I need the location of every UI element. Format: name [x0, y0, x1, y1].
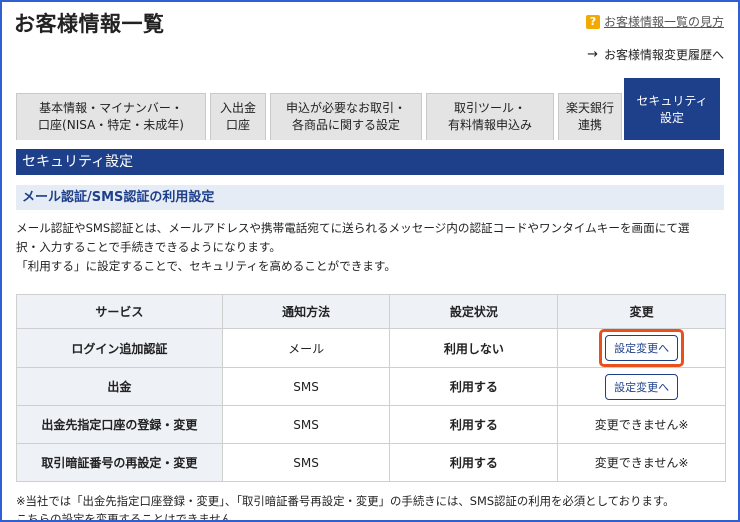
tab-rakuten-bank[interactable]: 楽天銀行 連携	[558, 93, 622, 140]
header-change: 変更	[557, 294, 726, 329]
setting-status: 利用する	[389, 405, 559, 444]
header-status: 設定状況	[389, 294, 559, 329]
footnote: ※当社では「出金先指定口座登録・変更」、「取引暗証番号再設定・変更」の手続きには…	[16, 492, 728, 522]
highlight-box: 設定変更へ	[599, 329, 685, 367]
change-cell: 設定変更へ	[557, 367, 726, 406]
section-subtitle: メール認証/SMS認証の利用設定	[16, 185, 724, 210]
table-row: ログイン追加認証 メール 利用しない 設定変更へ	[16, 328, 726, 368]
notify-method: SMS	[221, 367, 391, 406]
section-title: セキュリティ設定	[16, 149, 724, 175]
tab-label: 申込が必要なお取引・	[285, 101, 406, 115]
change-unavailable: 変更できません※	[557, 405, 726, 444]
tab-bar: 基本情報・マイナンバー・ 口座(NISA・特定・未成年) 入出金 口座 申込が必…	[16, 78, 724, 140]
description-line: 「利用する」に設定することで、セキュリティを高めることができます。	[16, 259, 396, 273]
service-name: 出金	[16, 367, 223, 406]
section-description: メール認証やSMS認証とは、メールアドレスや携帯電話宛てに送られるメッセージ内の…	[16, 219, 720, 276]
tab-basic-info[interactable]: 基本情報・マイナンバー・ 口座(NISA・特定・未成年)	[16, 93, 206, 140]
description-line: メール認証やSMS認証とは、メールアドレスや携帯電話宛てに送られるメッセージ内の…	[16, 221, 690, 235]
setting-status: 利用する	[389, 367, 559, 406]
footnote-line: こちらの設定を変更することはできません。	[16, 512, 244, 522]
table-header-row: サービス 通知方法 設定状況 変更	[16, 294, 726, 329]
tab-applications[interactable]: 申込が必要なお取引・ 各商品に関する設定	[270, 93, 422, 140]
service-name: 出金先指定口座の登録・変更	[16, 405, 223, 444]
header-service: サービス	[16, 294, 223, 329]
tab-label: 設定	[659, 110, 684, 125]
tab-label: 取引ツール・	[453, 101, 526, 115]
footnote-line: ※当社では「出金先指定口座登録・変更」、「取引暗証番号再設定・変更」の手続きには…	[16, 494, 675, 508]
change-cell: 設定変更へ	[557, 328, 726, 368]
setting-status: 利用する	[389, 443, 559, 482]
service-name: ログイン追加認証	[16, 328, 223, 368]
history-link[interactable]: → お客様情報変更履歴へ	[587, 46, 724, 63]
tab-label: 楽天銀行	[565, 101, 614, 115]
tab-label: 基本情報・マイナンバー・	[39, 101, 183, 115]
notify-method: SMS	[221, 443, 391, 482]
tab-label: セキュリティ	[636, 93, 708, 108]
tab-label: 連携	[577, 118, 602, 132]
setting-status: 利用しない	[389, 328, 559, 368]
login-auth-change-button[interactable]: 設定変更へ	[605, 335, 679, 361]
help-link[interactable]: お客様情報一覧の見方	[604, 13, 724, 30]
tab-label: 各商品に関する設定	[291, 118, 400, 132]
table-row: 出金 SMS 利用する 設定変更へ	[16, 367, 726, 406]
withdraw-change-button[interactable]: 設定変更へ	[605, 373, 679, 400]
notify-method: メール	[221, 328, 391, 368]
tab-label: 口座	[225, 118, 250, 132]
description-line: 択・入力することで手続きできるようになります。	[16, 240, 281, 254]
tab-label: 有料情報申込み	[447, 118, 532, 132]
change-unavailable: 変更できません※	[557, 443, 726, 482]
tab-trading-tools[interactable]: 取引ツール・ 有料情報申込み	[426, 93, 554, 140]
auth-settings-table: サービス 通知方法 設定状況 変更 ログイン追加認証 メール 利用しない 設定変…	[16, 294, 726, 482]
tab-deposit-withdraw[interactable]: 入出金 口座	[210, 93, 266, 140]
notify-method: SMS	[221, 405, 391, 444]
arrow-right-icon: →	[587, 47, 598, 62]
help-link-group[interactable]: ? お客様情報一覧の見方	[585, 13, 724, 30]
header-method: 通知方法	[221, 294, 391, 329]
page-title: お客様情報一覧	[14, 12, 165, 36]
table-row: 出金先指定口座の登録・変更 SMS 利用する 変更できません※	[16, 405, 726, 444]
app-window: お客様情報一覧 ? お客様情報一覧の見方 → お客様情報変更履歴へ 基本情報・マ…	[0, 0, 740, 522]
history-link-label[interactable]: お客様情報変更履歴へ	[604, 46, 724, 63]
table-row: 取引暗証番号の再設定・変更 SMS 利用する 変更できません※	[16, 443, 726, 482]
tab-label: 口座(NISA・特定・未成年)	[38, 118, 184, 132]
tab-security[interactable]: セキュリティ 設定	[624, 78, 720, 140]
service-name: 取引暗証番号の再設定・変更	[16, 443, 223, 482]
tab-label: 入出金	[219, 101, 256, 115]
question-icon: ?	[585, 14, 600, 29]
